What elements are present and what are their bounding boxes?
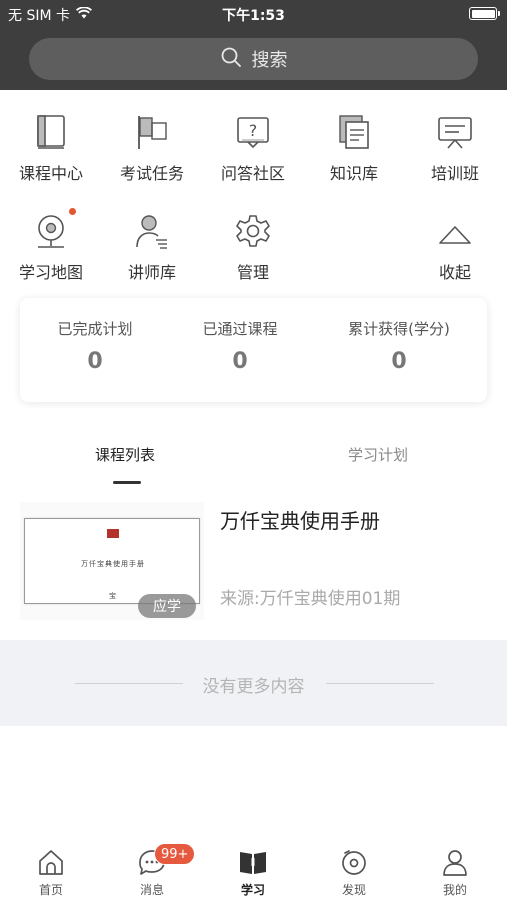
chevron-up-icon [405, 209, 505, 249]
documents-icon [304, 110, 404, 150]
grid-item-management[interactable]: 管理 [203, 209, 303, 283]
list-end-text: 没有更多内容 [202, 677, 305, 697]
search-bar[interactable]: 搜索 [29, 38, 478, 80]
stats-card: 已完成计划 0 已通过课程 0 累计获得(学分) 0 [20, 298, 487, 402]
search-icon [220, 46, 242, 73]
search-placeholder: 搜索 [251, 50, 288, 71]
course-title[interactable]: 万仟宝典使用手册 [220, 505, 380, 534]
stat-value: 0 [232, 349, 248, 374]
study-book-icon [218, 846, 288, 878]
nav-profile[interactable]: 我的 [420, 846, 490, 898]
status-bar: 无 SIM 卡 下午1:53 [0, 0, 507, 28]
nav-label: 首页 [38, 883, 63, 897]
list-end-section: 没有更多内容 [0, 640, 507, 726]
nav-label: 学习 [240, 883, 265, 897]
thumbnail-footer: 宝 [109, 592, 116, 600]
nav-home[interactable]: 首页 [16, 846, 86, 898]
stat-credits[interactable]: 累计获得(学分) 0 [328, 318, 470, 374]
divider-right [326, 683, 434, 684]
grid-item-collapse[interactable]: 收起 [405, 209, 505, 283]
grid-item-training-class[interactable]: 培训班 [405, 110, 505, 184]
battery-icon [469, 7, 500, 20]
status-time: 下午1:53 [222, 8, 285, 24]
thumbnail-title: 万仟宝典使用手册 [81, 560, 145, 568]
svg-text:?: ? [249, 121, 258, 140]
flag-icon [102, 110, 202, 150]
nav-label: 消息 [139, 883, 164, 897]
nav-label: 发现 [341, 883, 366, 897]
header: 无 SIM 卡 下午1:53 搜索 [0, 0, 507, 90]
home-icon [16, 846, 86, 878]
nav-study[interactable]: 学习 [218, 846, 288, 898]
bottom-nav: 首页 消息 学习 发现 我的 [0, 836, 507, 900]
stat-completed-plans[interactable]: 已完成计划 0 [40, 318, 150, 374]
grid-label: 培训班 [430, 164, 479, 183]
book-icon [1, 110, 101, 150]
stat-value: 0 [391, 349, 407, 374]
required-badge: 应学 [138, 594, 196, 618]
stat-title: 已完成计划 [57, 320, 133, 338]
grid-label: 知识库 [329, 164, 378, 183]
grid-item-exam-tasks[interactable]: 考试任务 [102, 110, 202, 184]
stat-title: 已通过课程 [202, 320, 278, 338]
grid-label: 学习地图 [18, 263, 83, 282]
question-icon: ? [203, 110, 303, 150]
thumbnail-document: 万仟宝典使用手册 宝 [24, 518, 200, 604]
lecturer-icon [102, 209, 202, 249]
grid-item-qa-community[interactable]: ? 问答社区 [203, 110, 303, 184]
grid-item-knowledge-base[interactable]: 知识库 [304, 110, 404, 184]
nav-discover[interactable]: 发现 [319, 846, 389, 898]
presentation-icon [405, 110, 505, 150]
grid-item-course-center[interactable]: 课程中心 [1, 110, 101, 184]
grid-label: 收起 [438, 263, 471, 282]
discover-icon [319, 846, 389, 878]
stat-title: 累计获得(学分) [348, 320, 450, 338]
grid-label: 考试任务 [119, 164, 184, 183]
message-count-badge: 99+ [154, 843, 196, 865]
grid-item-learning-map[interactable]: 学习地图 [1, 209, 101, 283]
grid-label: 讲师库 [127, 263, 176, 282]
stat-passed-courses[interactable]: 已通过课程 0 [185, 318, 295, 374]
nav-label: 我的 [442, 883, 467, 897]
grid-label: 管理 [236, 263, 269, 282]
course-source: 来源:万仟宝典使用01期 [220, 589, 401, 609]
seal-icon [107, 529, 119, 538]
notification-dot [69, 208, 76, 215]
tab-underline [113, 481, 141, 484]
grid-label: 课程中心 [18, 164, 83, 183]
map-pin-icon [1, 209, 101, 249]
tab-course-list[interactable]: 课程列表 [95, 444, 155, 465]
gear-icon [203, 209, 303, 249]
tab-study-plan[interactable]: 学习计划 [348, 444, 408, 465]
profile-icon [420, 846, 490, 878]
grid-item-lecturer-library[interactable]: 讲师库 [102, 209, 202, 283]
grid-label: 问答社区 [220, 164, 285, 183]
stat-value: 0 [87, 349, 103, 374]
